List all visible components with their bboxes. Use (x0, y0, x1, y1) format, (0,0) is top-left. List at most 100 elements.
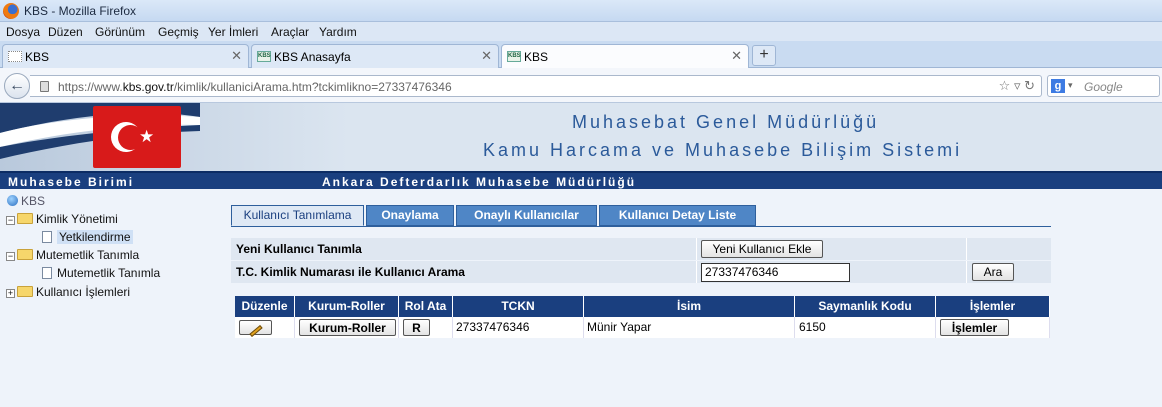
page-icon (42, 267, 52, 279)
search-placeholder: Google (1084, 80, 1123, 94)
col-header-kurum-roller: Kurum-Roller (295, 296, 399, 317)
reload-icon[interactable]: ↻ (1024, 78, 1035, 93)
col-header-rol-ata: Rol Ata (399, 296, 453, 317)
tree-item-mutemetlik-tanimla-folder[interactable]: − Mutemetlik Tanımla (6, 248, 139, 262)
col-header-duzenle: Düzenle (235, 296, 295, 317)
tree-item-label: Mutemetlik Tanımla (57, 266, 161, 280)
banner-title-line2: Kamu Harcama ve Muhasebe Bilişim Sistemi (483, 140, 963, 160)
url-bar[interactable]: https://www.kbs.gov.tr/kimlik/kullaniciA… (30, 75, 1042, 97)
edit-button[interactable] (239, 320, 272, 338)
muhasebe-birimi-value: Ankara Defterdarlık Muhasebe Müdürlüğü (322, 175, 637, 189)
cell-duzenle (235, 317, 295, 338)
collapse-icon[interactable]: − (6, 252, 15, 261)
folder-icon (17, 249, 33, 260)
tckn-input-cell: 27337476346 (697, 261, 967, 283)
menu-duzen[interactable]: Düzen (48, 25, 83, 39)
lock-icon (40, 81, 49, 92)
new-user-label-cell: Yeni Kullanıcı Tanımla (231, 238, 697, 260)
menu-araclar[interactable]: Araçlar (271, 25, 309, 39)
window-title: KBS - Mozilla Firefox (24, 4, 137, 18)
tab-label: KBS Anasayfa (274, 50, 351, 64)
page-icon (42, 231, 52, 243)
rol-ata-button[interactable]: R (403, 319, 430, 336)
tckn-input[interactable]: 27337476346 (701, 263, 850, 282)
url-domain: kbs.gov.tr (122, 80, 174, 94)
bookmark-star-icon[interactable]: ☆ (999, 78, 1011, 93)
tree-root[interactable]: KBS (7, 194, 45, 208)
tree-item-kullanici-islemleri[interactable]: + Kullanıcı İşlemleri (6, 285, 130, 299)
tree-item-label: Kimlik Yönetimi (36, 212, 118, 226)
search-label: T.C. Kimlik Numarası ile Kullanıcı Arama (236, 265, 465, 279)
kbs-favicon-icon: KBS (507, 51, 521, 62)
menu-yer-imleri[interactable]: Yer İmleri (208, 25, 258, 39)
new-user-label: Yeni Kullanıcı Tanımla (236, 242, 362, 256)
chevron-down-icon[interactable]: ▾ (1068, 80, 1073, 91)
add-user-button[interactable]: Yeni Kullanıcı Ekle (701, 240, 823, 258)
unit-info-bar: Muhasebe Birimi Ankara Defterdarlık Muha… (0, 171, 1162, 189)
tree-item-label: Kullanıcı İşlemleri (36, 285, 131, 299)
close-icon[interactable]: ✕ (231, 48, 242, 64)
pencil-icon (248, 324, 263, 338)
star-icon: ★ (139, 127, 155, 146)
col-header-saymanlik-kodu: Saymanlık Kodu (795, 296, 936, 317)
browser-tab-kbs-active[interactable]: KBS KBS ✕ (501, 44, 749, 69)
menu-yardim[interactable]: Yardım (319, 25, 357, 39)
kurum-roller-button[interactable]: Kurum-Roller (299, 319, 396, 336)
search-row: T.C. Kimlik Numarası ile Kullanıcı Arama… (231, 261, 1051, 283)
turkish-flag: ★ (93, 106, 181, 168)
new-user-row: Yeni Kullanıcı Tanımla Yeni Kullanıcı Ek… (231, 238, 1051, 260)
search-button[interactable]: Ara (972, 263, 1014, 281)
folder-icon (17, 286, 33, 297)
tree-item-label: Mutemetlik Tanımla (36, 248, 140, 262)
col-header-islemler: İşlemler (936, 296, 1050, 317)
close-icon[interactable]: ✕ (481, 48, 492, 64)
tab-onaylama[interactable]: Onaylama (366, 205, 454, 226)
window-titlebar: KBS - Mozilla Firefox (0, 0, 1162, 22)
close-icon[interactable]: ✕ (731, 48, 742, 64)
url-prefix: https://www. (58, 80, 123, 94)
browser-tab-strip: KBS ✕ KBS KBS Anasayfa ✕ KBS KBS ✕ + (0, 41, 1162, 69)
expand-icon[interactable]: + (6, 289, 15, 298)
folder-icon (17, 213, 33, 224)
tree-item-yetkilendirme[interactable]: Yetkilendirme (42, 230, 133, 244)
col-header-isim: İsim (584, 296, 795, 317)
cell-rol-ata: R (399, 317, 453, 338)
back-arrow-icon[interactable]: ← (4, 73, 30, 99)
menu-bar: Dosya Düzen Görünüm Geçmiş Yer İmleri Ar… (0, 22, 1162, 41)
browser-tab-kbs-anasayfa[interactable]: KBS KBS Anasayfa ✕ (251, 44, 499, 68)
tree-root-label: KBS (21, 194, 46, 208)
dropdown-icon[interactable]: ▿ (1014, 78, 1021, 93)
tab-divider (231, 226, 1051, 227)
cell-tckn: 27337476346 (453, 317, 584, 338)
google-icon: g (1051, 79, 1065, 93)
banner-title-line1: Muhasebat Genel Müdürlüğü (572, 112, 880, 132)
cell-saymanlik-kodu: 6150 (795, 317, 936, 338)
search-box[interactable]: g ▾ Google (1047, 75, 1160, 97)
new-tab-plus-icon[interactable]: + (752, 45, 776, 66)
cell-isim: Münir Yapar (584, 317, 795, 338)
cell-islemler: İşlemler (936, 317, 1050, 338)
menu-dosya[interactable]: Dosya (6, 25, 40, 39)
tab-kullanici-tanimlama[interactable]: Kullanıcı Tanımlama (231, 205, 364, 226)
tab-kullanici-detay-liste[interactable]: Kullanıcı Detay Liste (599, 205, 756, 226)
menu-gecmis[interactable]: Geçmiş (158, 25, 199, 39)
cell-kurum-roller: Kurum-Roller (295, 317, 399, 338)
tree-item-label: Yetkilendirme (57, 230, 133, 244)
collapse-icon[interactable]: − (6, 216, 15, 225)
url-bar-icons: ☆ ▿ ↻ (999, 78, 1035, 94)
kbs-favicon-icon: KBS (257, 51, 271, 62)
tab-label: KBS (524, 50, 549, 64)
tree-item-mutemetlik-tanimla[interactable]: Mutemetlik Tanımla (42, 266, 160, 280)
url-text[interactable]: https://www.kbs.gov.tr/kimlik/kullaniciA… (58, 80, 452, 94)
muhasebe-birimi-label: Muhasebe Birimi (8, 175, 135, 189)
col-header-tckn: TCKN (453, 296, 584, 317)
menu-gorunum[interactable]: Görünüm (95, 25, 145, 39)
tab-onayli-kullanicilar[interactable]: Onaylı Kullanıcılar (456, 205, 597, 226)
islemler-button[interactable]: İşlemler (940, 319, 1009, 336)
browser-tab-kbs-1[interactable]: KBS ✕ (2, 44, 249, 68)
tree-item-kimlik-yonetimi[interactable]: − Kimlik Yönetimi (6, 212, 118, 226)
search-label-cell: T.C. Kimlik Numarası ile Kullanıcı Arama (231, 261, 697, 283)
blank-page-icon (8, 51, 22, 62)
new-user-button-cell: Yeni Kullanıcı Ekle (697, 238, 967, 260)
tab-label: KBS (25, 50, 50, 64)
